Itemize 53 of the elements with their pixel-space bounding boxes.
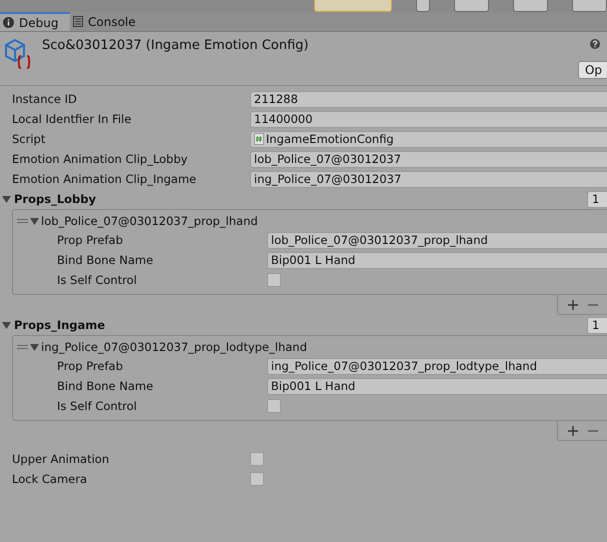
- drag-handle-icon[interactable]: [17, 218, 28, 224]
- object-title: Sco&03012037 (Ingame Emotion Config): [42, 37, 309, 55]
- text-field[interactable]: lob_Police_07@03012037: [250, 150, 607, 168]
- foldout-triangle-icon[interactable]: [30, 217, 39, 225]
- checkbox[interactable]: [267, 273, 281, 287]
- field-label: Prop Prefab: [56, 359, 124, 373]
- checkbox[interactable]: [250, 452, 264, 466]
- script-field[interactable]: IngameEmotionConfig: [250, 130, 607, 148]
- element-title: lob_Police_07@03012037_prop_lhand: [41, 214, 258, 228]
- field-label: Emotion Animation Clip_Ingame: [11, 172, 198, 186]
- tab[interactable]: Console: [70, 12, 146, 31]
- field-label: Lock Camera: [11, 472, 88, 486]
- foldout-triangle-icon[interactable]: [30, 343, 39, 351]
- script-icon: [254, 133, 264, 145]
- drag-handle-icon[interactable]: [17, 344, 28, 350]
- array-label: Props_Lobby: [13, 192, 98, 206]
- toolbar-button[interactable]: [416, 0, 430, 12]
- array-size-field[interactable]: 1: [587, 316, 607, 334]
- field-label: Is Self Control: [56, 399, 138, 413]
- help-icon[interactable]: [590, 39, 600, 49]
- tab[interactable]: Debug: [0, 12, 70, 31]
- field-label: Bind Bone Name: [56, 379, 154, 393]
- scriptable-object-icon: [4, 37, 32, 69]
- add-icon[interactable]: [568, 300, 578, 310]
- toolbar-dropdown[interactable]: [454, 0, 489, 12]
- element-title: ing_Police_07@03012037_prop_lodtype_lhand: [41, 340, 307, 354]
- checkbox[interactable]: [267, 399, 281, 413]
- field-label: Upper Animation: [11, 452, 110, 466]
- checkbox[interactable]: [250, 472, 264, 486]
- foldout-triangle-icon[interactable]: [2, 321, 11, 329]
- field-label: Instance ID: [11, 92, 78, 106]
- text-field[interactable]: Bip001 L Hand: [267, 378, 607, 394]
- field-label: Is Self Control: [56, 273, 138, 287]
- text-field[interactable]: Bip001 L Hand: [267, 252, 607, 268]
- array-size-field[interactable]: 1: [587, 190, 607, 208]
- text-field[interactable]: ing_Police_07@03012037_prop_lodtype_lhand: [267, 358, 607, 374]
- open-button[interactable]: Op: [578, 61, 607, 79]
- text-field[interactable]: 211288: [250, 90, 607, 108]
- console-icon: [73, 16, 83, 27]
- text-field[interactable]: lob_Police_07@03012037_prop_lhand: [267, 232, 607, 248]
- add-icon[interactable]: [568, 426, 578, 436]
- toolbar-dropdown[interactable]: [512, 0, 548, 12]
- toolbar-dropdown[interactable]: [572, 0, 607, 12]
- array-label: Props_Ingame: [13, 318, 106, 332]
- text-field[interactable]: 11400000: [250, 110, 607, 128]
- field-label: Prop Prefab: [56, 233, 124, 247]
- field-label: Local Identfier In File: [11, 112, 132, 126]
- text-field[interactable]: ing_Police_07@03012037: [250, 170, 607, 188]
- field-label: Emotion Animation Clip_Lobby: [11, 152, 189, 166]
- field-label: Script: [11, 132, 46, 146]
- foldout-triangle-icon[interactable]: [2, 195, 11, 203]
- field-label: Bind Bone Name: [56, 253, 154, 267]
- info-icon: [3, 17, 14, 28]
